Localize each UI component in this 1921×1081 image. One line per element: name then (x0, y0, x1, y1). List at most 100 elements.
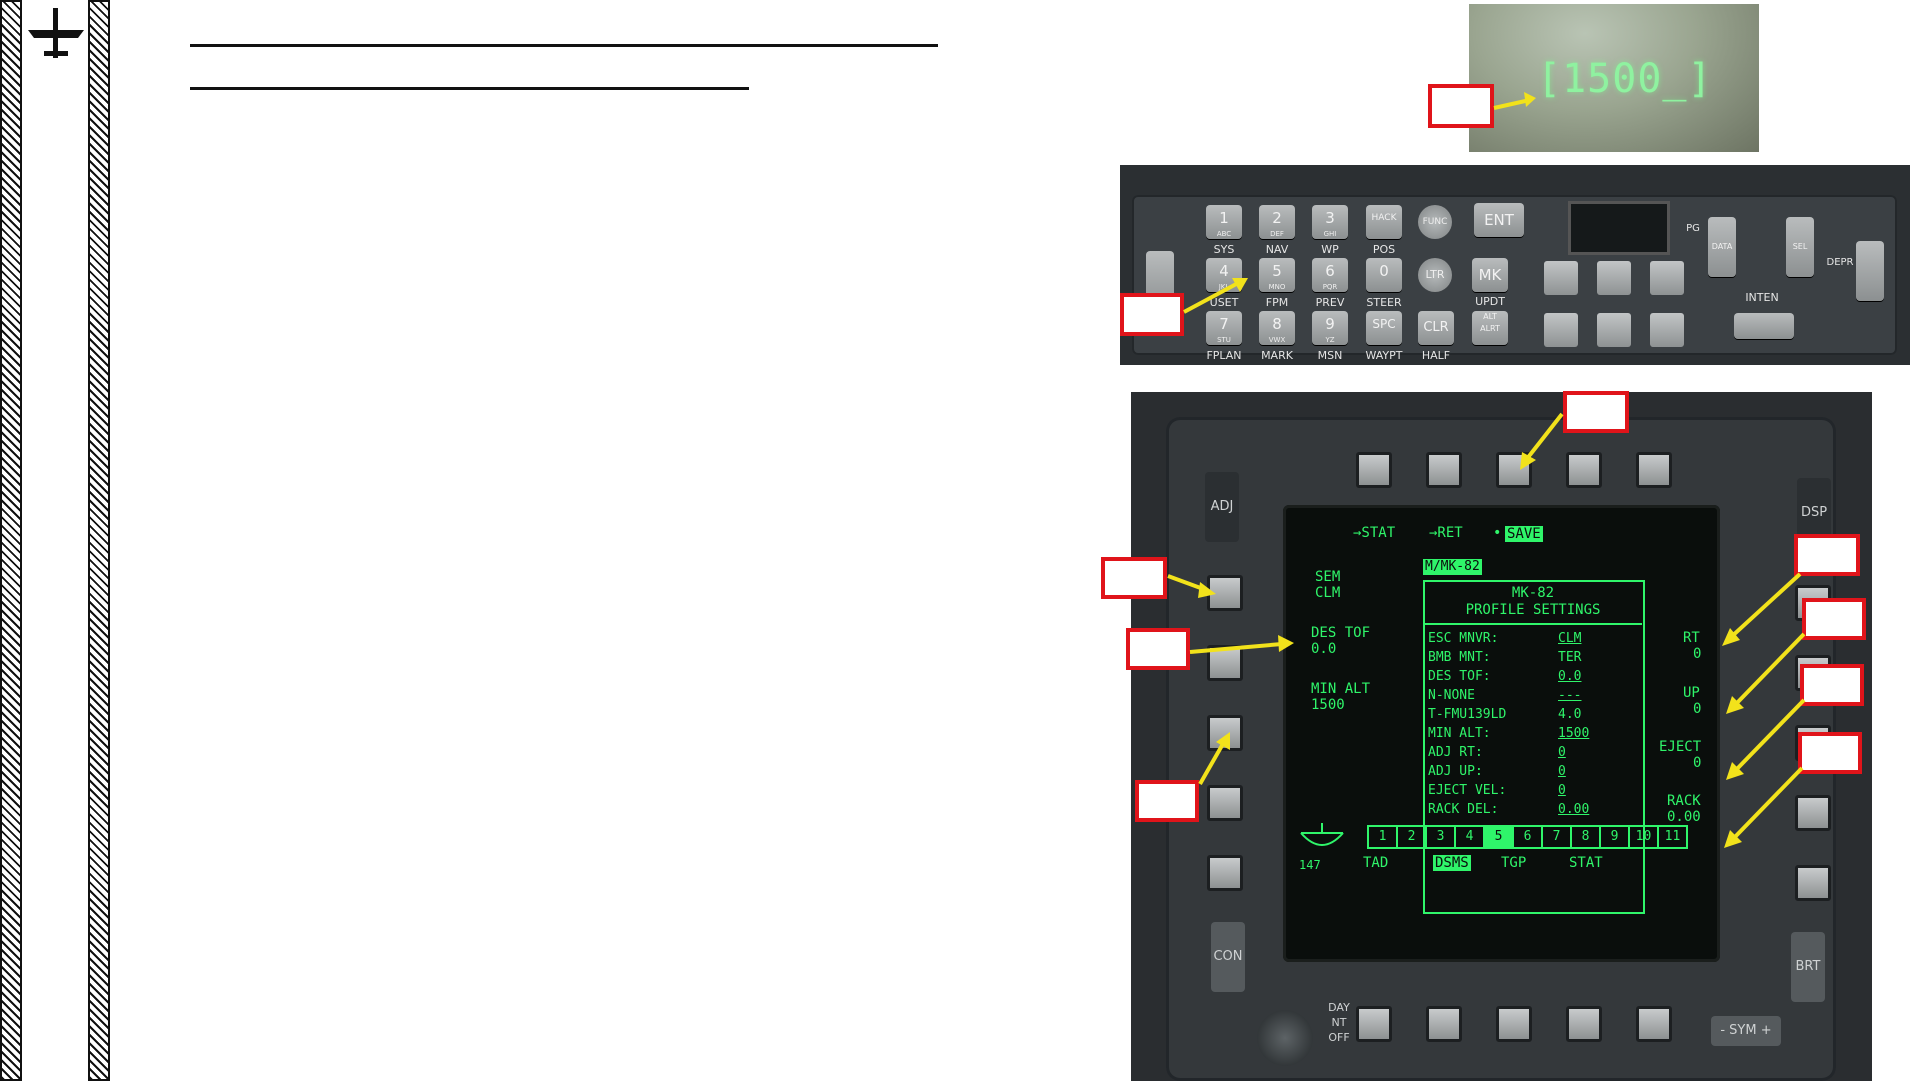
menu-ret[interactable]: →RET (1429, 525, 1463, 541)
sym-rocker[interactable]: - SYM + (1711, 1016, 1781, 1046)
adj-up-label[interactable]: UP (1683, 685, 1700, 701)
station-tab[interactable]: 10 (1630, 827, 1659, 847)
ufc-alt-alrt-button[interactable]: ALT ALRT (1472, 311, 1508, 345)
clm-option[interactable]: CLM (1315, 585, 1340, 601)
sem-option[interactable]: SEM (1315, 569, 1340, 585)
rack-value: 0.00 (1667, 809, 1701, 825)
adj-up-value: 0 (1693, 701, 1702, 717)
station-tab[interactable]: 4 (1456, 827, 1485, 847)
hud-scratchpad-photo: [1500_] (1469, 4, 1759, 152)
ufc-sel-rocker[interactable]: SEL (1786, 217, 1814, 277)
left-rail-stripe (0, 0, 22, 1081)
page-tgp[interactable]: TGP (1501, 855, 1526, 871)
ufc-data-rocker[interactable]: DATA (1708, 217, 1736, 277)
osb-left-4[interactable] (1207, 785, 1243, 821)
station-tab[interactable]: 9 (1601, 827, 1630, 847)
ufc-key-9[interactable]: 9 YZ (1312, 311, 1348, 345)
ufc-func-button[interactable]: FUNC (1418, 205, 1452, 239)
ufc-label-wp: WP (1321, 243, 1339, 256)
ufc-label-nav: NAV (1265, 243, 1289, 256)
ufc-blank-key[interactable] (1544, 313, 1578, 347)
ufc-blank-key[interactable] (1597, 261, 1631, 295)
station-tab[interactable]: 1 (1369, 827, 1398, 847)
min-alt-label[interactable]: MIN ALT (1311, 681, 1370, 697)
ufc-mk-button[interactable]: MK (1472, 258, 1508, 292)
adj-rt-value: 0 (1693, 646, 1702, 662)
osb-top-2[interactable] (1426, 452, 1462, 488)
panel-subtitle: PROFILE SETTINGS (1465, 602, 1601, 618)
ufc-key-2[interactable]: 2 DEF (1259, 205, 1295, 239)
station-tab[interactable]: 6 (1514, 827, 1543, 847)
osb-bottom-4[interactable] (1566, 1006, 1602, 1042)
ufc-label-pos: POS (1372, 243, 1396, 256)
ufc-ent-button[interactable]: ENT (1474, 203, 1524, 237)
station-tab[interactable]: 8 (1572, 827, 1601, 847)
heading-value: 147 (1299, 858, 1321, 872)
ufc-label-mark: MARK (1261, 349, 1293, 362)
osb-top-5[interactable] (1636, 452, 1672, 488)
ufc-key-3[interactable]: 3 GHI (1312, 205, 1348, 239)
osb-bottom-3[interactable] (1496, 1006, 1532, 1042)
callout-arrow-esc-mnvr (1167, 574, 1216, 598)
callout-box-des-tof (1126, 628, 1190, 670)
ufc-ltr-button[interactable]: LTR (1418, 258, 1452, 292)
ufc-key-1[interactable]: 1 ABC (1206, 205, 1242, 239)
osb-bottom-1[interactable] (1356, 1006, 1392, 1042)
ufc-key-spc[interactable]: SPC (1366, 311, 1402, 345)
station-tab[interactable]: 3 (1427, 827, 1456, 847)
callout-box-hud (1428, 84, 1494, 128)
osb-top-4[interactable] (1566, 452, 1602, 488)
osb-right-5[interactable] (1795, 865, 1831, 901)
aircraft-heading-icon (1300, 823, 1344, 846)
callout-arrow-ufc (1183, 278, 1248, 314)
station-tab[interactable]: 7 (1543, 827, 1572, 847)
ufc-blank-key[interactable] (1544, 261, 1578, 295)
ufc-label-depr: DEPR (1826, 257, 1854, 268)
mfcd-screen: →STAT →RET • SAVE M/MK-82 MK-82 PROFILE … (1283, 505, 1720, 962)
ufc-depr-rocker[interactable] (1856, 241, 1884, 301)
station-tab[interactable]: 11 (1659, 827, 1686, 847)
ufc-label-steer: STEER (1366, 296, 1402, 309)
callout-arrow-min-alt (1198, 732, 1230, 785)
min-alt-value: 1500 (1311, 697, 1345, 713)
ufc-key-6[interactable]: 6 PQR (1312, 258, 1348, 292)
ufc-key-hack[interactable]: HACK (1366, 205, 1402, 239)
station-tab[interactable]: 2 (1398, 827, 1427, 847)
ufc-blank-key[interactable] (1597, 313, 1631, 347)
day-nt-off-label: DAY NT OFF (1328, 1001, 1350, 1044)
ufc-inten-rocker[interactable] (1734, 313, 1794, 339)
menu-save[interactable]: SAVE (1505, 526, 1543, 542)
osb-top-1[interactable] (1356, 452, 1392, 488)
page-dsms[interactable]: DSMS (1433, 855, 1471, 871)
profile-tag: M/MK-82 (1423, 559, 1482, 575)
adj-rocker[interactable]: ADJ (1205, 472, 1239, 542)
ufc-blank-key[interactable] (1650, 261, 1684, 295)
ufc-clr-button[interactable]: CLR (1418, 311, 1454, 345)
adj-rt-label[interactable]: RT (1683, 630, 1700, 646)
ufc-label-msn: MSN (1317, 349, 1343, 362)
osb-left-5[interactable] (1207, 855, 1243, 891)
page-tad[interactable]: TAD (1363, 855, 1388, 871)
ufc-key-0[interactable]: 0 (1366, 258, 1402, 292)
ufc-label-updt: UPDT (1475, 295, 1505, 308)
mode-knob[interactable] (1257, 1010, 1313, 1066)
ufc-label-prev: PREV (1315, 296, 1345, 309)
ufc-blank-key[interactable] (1650, 313, 1684, 347)
ufc-label-inten: INTEN (1745, 291, 1779, 304)
callout-arrow-rack (1724, 766, 1804, 848)
ufc-key-8[interactable]: 8 VWX (1259, 311, 1295, 345)
station-tab-active[interactable]: 5 (1485, 827, 1514, 847)
page-stat[interactable]: STAT (1569, 855, 1603, 871)
brt-rocker[interactable]: BRT (1791, 932, 1825, 1002)
des-tof-label[interactable]: DES TOF (1311, 625, 1370, 641)
menu-stat[interactable]: →STAT (1353, 525, 1395, 541)
eject-label[interactable]: EJECT (1659, 739, 1701, 755)
ufc-label-pg: PG (1686, 223, 1700, 234)
subtitle-underline (190, 87, 749, 90)
ufc-label-sys: SYS (1213, 243, 1235, 256)
con-rocker[interactable]: CON (1211, 922, 1245, 992)
osb-bottom-5[interactable] (1636, 1006, 1672, 1042)
osb-bottom-2[interactable] (1426, 1006, 1462, 1042)
ufc-key-5[interactable]: 5 MNO (1259, 258, 1295, 292)
rack-label[interactable]: RACK (1667, 793, 1701, 809)
